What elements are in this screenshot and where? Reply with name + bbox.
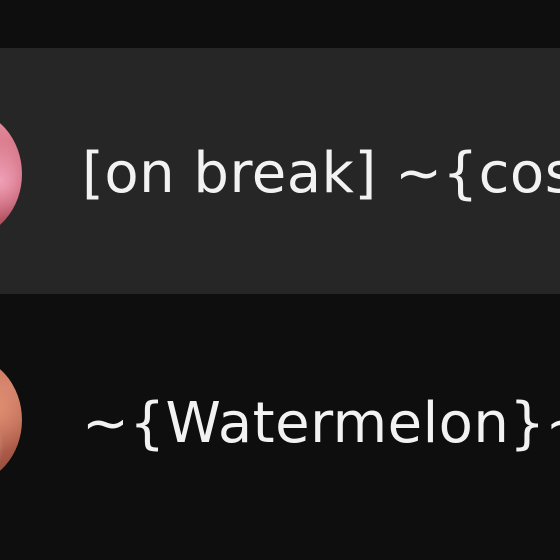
list-item[interactable]: ~{Watermelon}~: [0, 294, 560, 560]
avatar: [0, 356, 22, 484]
user-list: [on break] ~{cos ~{Watermelon}~: [0, 0, 560, 560]
user-name: [on break] ~{cos: [82, 141, 560, 206]
user-name: ~{Watermelon}~: [82, 391, 560, 456]
list-item[interactable]: [on break] ~{cos: [0, 48, 560, 294]
avatar: [0, 110, 22, 238]
